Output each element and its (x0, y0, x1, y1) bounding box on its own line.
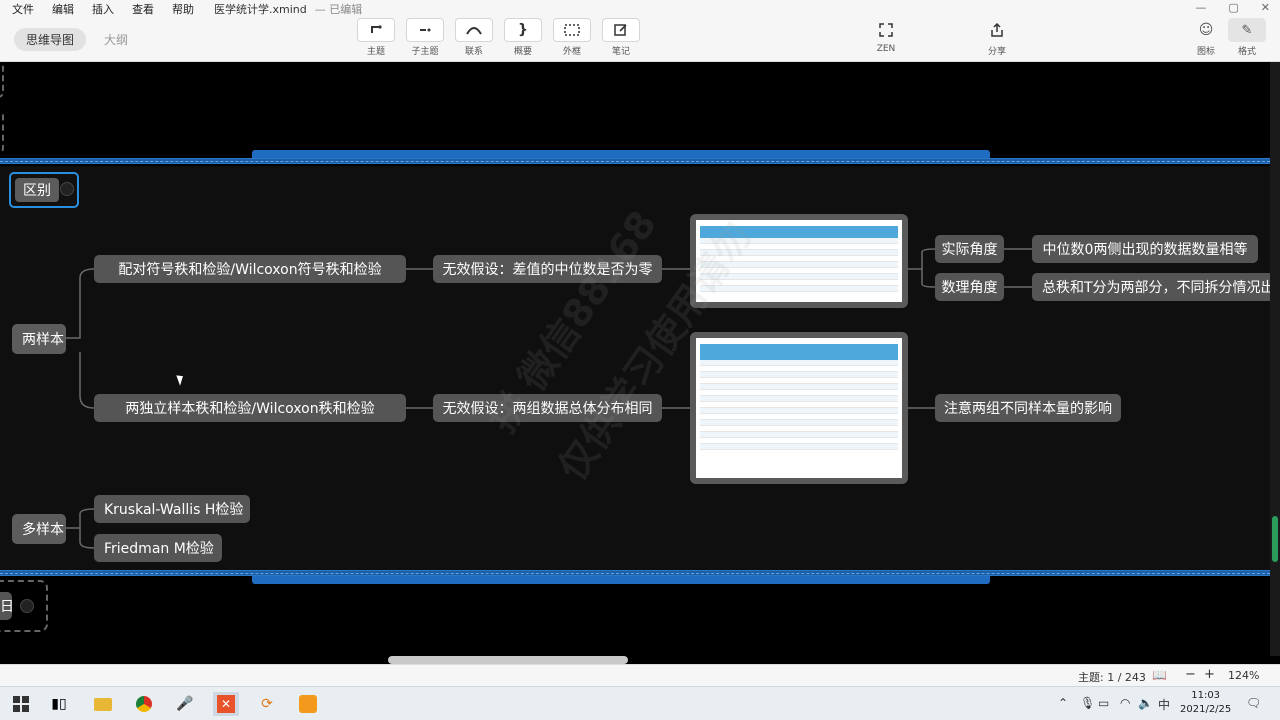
topic-count: 主题: 1 / 243 (1078, 671, 1146, 684)
menu-file[interactable]: 文件 (6, 1, 40, 17)
zoom-out-button[interactable]: − (1185, 667, 1196, 682)
windows-start-icon[interactable] (8, 692, 34, 716)
smiley-icon: ☺ (1198, 22, 1214, 38)
relation-button[interactable]: 联系 (452, 18, 496, 57)
share-icon (991, 23, 1003, 37)
mic-tray-icon[interactable]: 🎙 (1080, 696, 1095, 710)
practical-detail-node[interactable]: 中位数0两侧出现的数据数量相等 (1032, 235, 1258, 263)
note-button[interactable]: 笔记 (599, 18, 643, 57)
collapse-badge-icon[interactable] (60, 182, 74, 196)
notification-icon[interactable]: 🗨 (1246, 696, 1261, 710)
menu-help[interactable]: 帮助 (166, 1, 200, 17)
xmind-window: 文件 编辑 插入 查看 帮助 医学统计学.xmind — 已编辑 — ▢ ✕ 思… (0, 0, 1280, 720)
mindmap-canvas[interactable]: 区别 两样本 配对符号秩和检验/Wilcoxon符号秩和检验 无效假设：差值的中… (0, 62, 1270, 656)
icon-label: 图标 (1196, 47, 1215, 57)
subtopic-label: 子主题 (411, 47, 439, 57)
sample-size-note-node[interactable]: 注意两组不同样本量的影响 (935, 394, 1121, 422)
menu-bar: 文件 编辑 插入 查看 帮助 医学统计学.xmind — 已编辑 (0, 0, 362, 18)
document-title: 医学统计学.xmind (214, 3, 307, 16)
book-icon[interactable]: 📖 (1152, 668, 1167, 682)
collapse-badge-icon[interactable] (20, 599, 34, 613)
task-view-icon[interactable]: ▮▯ (46, 692, 72, 716)
system-clock[interactable]: 11:03 2021/2/25 (1180, 689, 1231, 717)
clock-time: 11:03 (1191, 690, 1221, 701)
summary-label: 概要 (513, 47, 532, 57)
multi-sample-node[interactable]: 多样本 (12, 514, 66, 544)
battery-icon[interactable]: ▭ (1098, 696, 1109, 710)
microphone-app-icon[interactable]: 🎤 (172, 692, 198, 716)
file-explorer-icon[interactable] (90, 692, 116, 716)
summary-button[interactable]: } 概要 (501, 18, 545, 57)
subtopic-button[interactable]: 子主题 (403, 18, 447, 57)
math-detail-node[interactable]: 总秩和T分为两部分，不同拆分情况出 (1032, 273, 1270, 301)
close-icon[interactable]: ✕ (1261, 1, 1270, 14)
clock-date: 2021/2/25 (1180, 704, 1232, 715)
partial-node[interactable]: 日 (0, 592, 12, 620)
window-controls: — ▢ ✕ (1195, 1, 1270, 14)
table-image-node-independent[interactable] (690, 332, 908, 484)
brush-icon: ✎ (1241, 22, 1253, 38)
fullscreen-icon (879, 23, 893, 37)
menu-insert[interactable]: 插入 (86, 1, 120, 17)
boundary-icon (564, 24, 580, 36)
note-icon (614, 24, 627, 36)
note-label: 笔记 (611, 47, 630, 57)
windows-taskbar: ▮▯ 🎤 ✕ ⟳ ⌃ 🎙 ▭ ◠ 🔈 中 11:03 2021/2/25 🗨 (0, 686, 1280, 720)
format-label: 格式 (1237, 47, 1256, 57)
relation-icon (466, 27, 482, 35)
two-sample-node[interactable]: 两样本 (12, 324, 66, 354)
friedman-node[interactable]: Friedman M检验 (94, 534, 222, 562)
sync-app-icon[interactable]: ⟳ (254, 692, 280, 716)
paired-test-node[interactable]: 配对符号秩和检验/Wilcoxon符号秩和检验 (94, 255, 406, 283)
format-panel-button[interactable]: ✎ 格式 (1225, 18, 1269, 57)
maximize-icon[interactable]: ▢ (1228, 1, 1238, 14)
view-switch: 思维导图 大纲 (14, 28, 140, 51)
minimize-icon[interactable]: — (1195, 1, 1206, 14)
share-label: 分享 (987, 47, 1006, 57)
volume-icon[interactable]: 🔈 (1138, 696, 1153, 710)
scroll-thumb[interactable] (1272, 516, 1278, 562)
boundary-label: 外框 (562, 47, 581, 57)
tab-mindmap[interactable]: 思维导图 (14, 28, 87, 51)
boundary-button[interactable]: 外框 (550, 18, 594, 57)
independent-test-node[interactable]: 两独立样本秩和检验/Wilcoxon秩和检验 (94, 394, 406, 422)
tab-outline[interactable]: 大纲 (92, 28, 140, 51)
relation-label: 联系 (464, 47, 483, 57)
status-bar: 主题: 1 / 243 📖 − + 124% (0, 664, 1280, 686)
topic-icon (371, 25, 382, 33)
icon-panel-button[interactable]: ☺ 图标 (1184, 18, 1228, 57)
menu-edit[interactable]: 编辑 (46, 1, 80, 17)
zen-button[interactable]: ZEN (864, 18, 908, 54)
topic-button[interactable]: 主题 (354, 18, 398, 57)
zen-label: ZEN (876, 44, 896, 54)
menu-view[interactable]: 查看 (126, 1, 160, 17)
wifi-icon[interactable]: ◠ (1120, 696, 1130, 710)
distinction-node[interactable]: 区别 (15, 178, 59, 202)
document-status: — 已编辑 (314, 3, 363, 16)
top-toolbar: 文件 编辑 插入 查看 帮助 医学统计学.xmind — 已编辑 — ▢ ✕ 思… (0, 0, 1280, 62)
summary-icon: } (518, 22, 528, 38)
orange-app-icon[interactable] (295, 692, 321, 716)
zoom-level[interactable]: 124% (1228, 669, 1259, 682)
practical-angle-node[interactable]: 实际角度 (935, 235, 1004, 263)
tray-expand-icon[interactable]: ⌃ (1058, 696, 1068, 710)
share-button[interactable]: 分享 (975, 18, 1019, 57)
kruskal-wallis-node[interactable]: Kruskal-Wallis H检验 (94, 495, 250, 523)
table-image (696, 338, 902, 478)
math-angle-node[interactable]: 数理角度 (935, 273, 1004, 301)
vertical-scrollbar[interactable] (1270, 62, 1280, 656)
zoom-in-button[interactable]: + (1204, 667, 1215, 682)
subtopic-icon (420, 28, 431, 32)
chrome-icon[interactable] (131, 692, 157, 716)
xmind-app-icon[interactable]: ✕ (213, 692, 239, 716)
topic-label: 主题 (366, 47, 385, 57)
horizontal-scrollbar[interactable] (388, 656, 628, 664)
ime-indicator[interactable]: 中 (1158, 696, 1170, 713)
